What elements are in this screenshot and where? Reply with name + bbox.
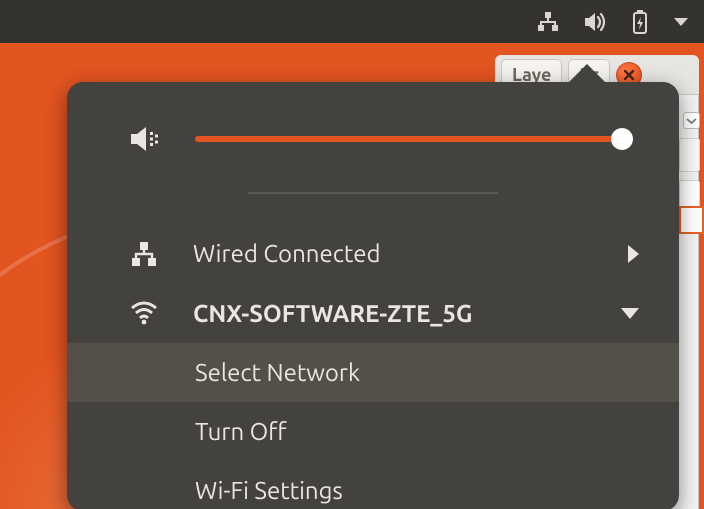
wired-network-item[interactable]: Wired Connected: [67, 224, 679, 284]
wifi-turn-off-item[interactable]: Turn Off: [67, 402, 679, 461]
selected-cell: [679, 206, 704, 234]
menu-label: Turn Off: [195, 418, 639, 445]
separator: [248, 192, 498, 194]
wifi-icon: [129, 301, 159, 325]
top-menu-bar: [0, 0, 704, 43]
menu-label: Select Network: [195, 359, 639, 386]
menu-label: Wi-Fi Settings: [195, 477, 639, 504]
background-panel-toggle[interactable]: [683, 112, 700, 129]
network-indicator-icon[interactable]: [536, 10, 560, 34]
battery-indicator-icon[interactable]: [630, 9, 650, 35]
chevron-right-icon: [628, 245, 639, 263]
volume-slider[interactable]: [195, 136, 627, 142]
wifi-settings-item[interactable]: Wi-Fi Settings: [67, 461, 679, 509]
system-menu-popover: Wired Connected CNX-SOFTWARE-ZTE_5G Sele…: [67, 82, 679, 509]
wired-network-label: Wired Connected: [193, 240, 594, 267]
wifi-network-item[interactable]: CNX-SOFTWARE-ZTE_5G: [67, 284, 679, 343]
volume-slider-thumb[interactable]: [611, 128, 633, 150]
wifi-ssid-label: CNX-SOFTWARE-ZTE_5G: [193, 300, 587, 327]
chevron-down-icon[interactable]: [672, 15, 690, 29]
wired-network-icon: [129, 240, 159, 268]
background-panel-block: [679, 138, 700, 172]
volume-indicator-icon[interactable]: [582, 10, 608, 34]
volume-icon: [129, 124, 161, 154]
wifi-select-network-item[interactable]: Select Network: [67, 343, 679, 402]
chevron-down-icon: [621, 308, 639, 319]
volume-row: [67, 82, 679, 182]
